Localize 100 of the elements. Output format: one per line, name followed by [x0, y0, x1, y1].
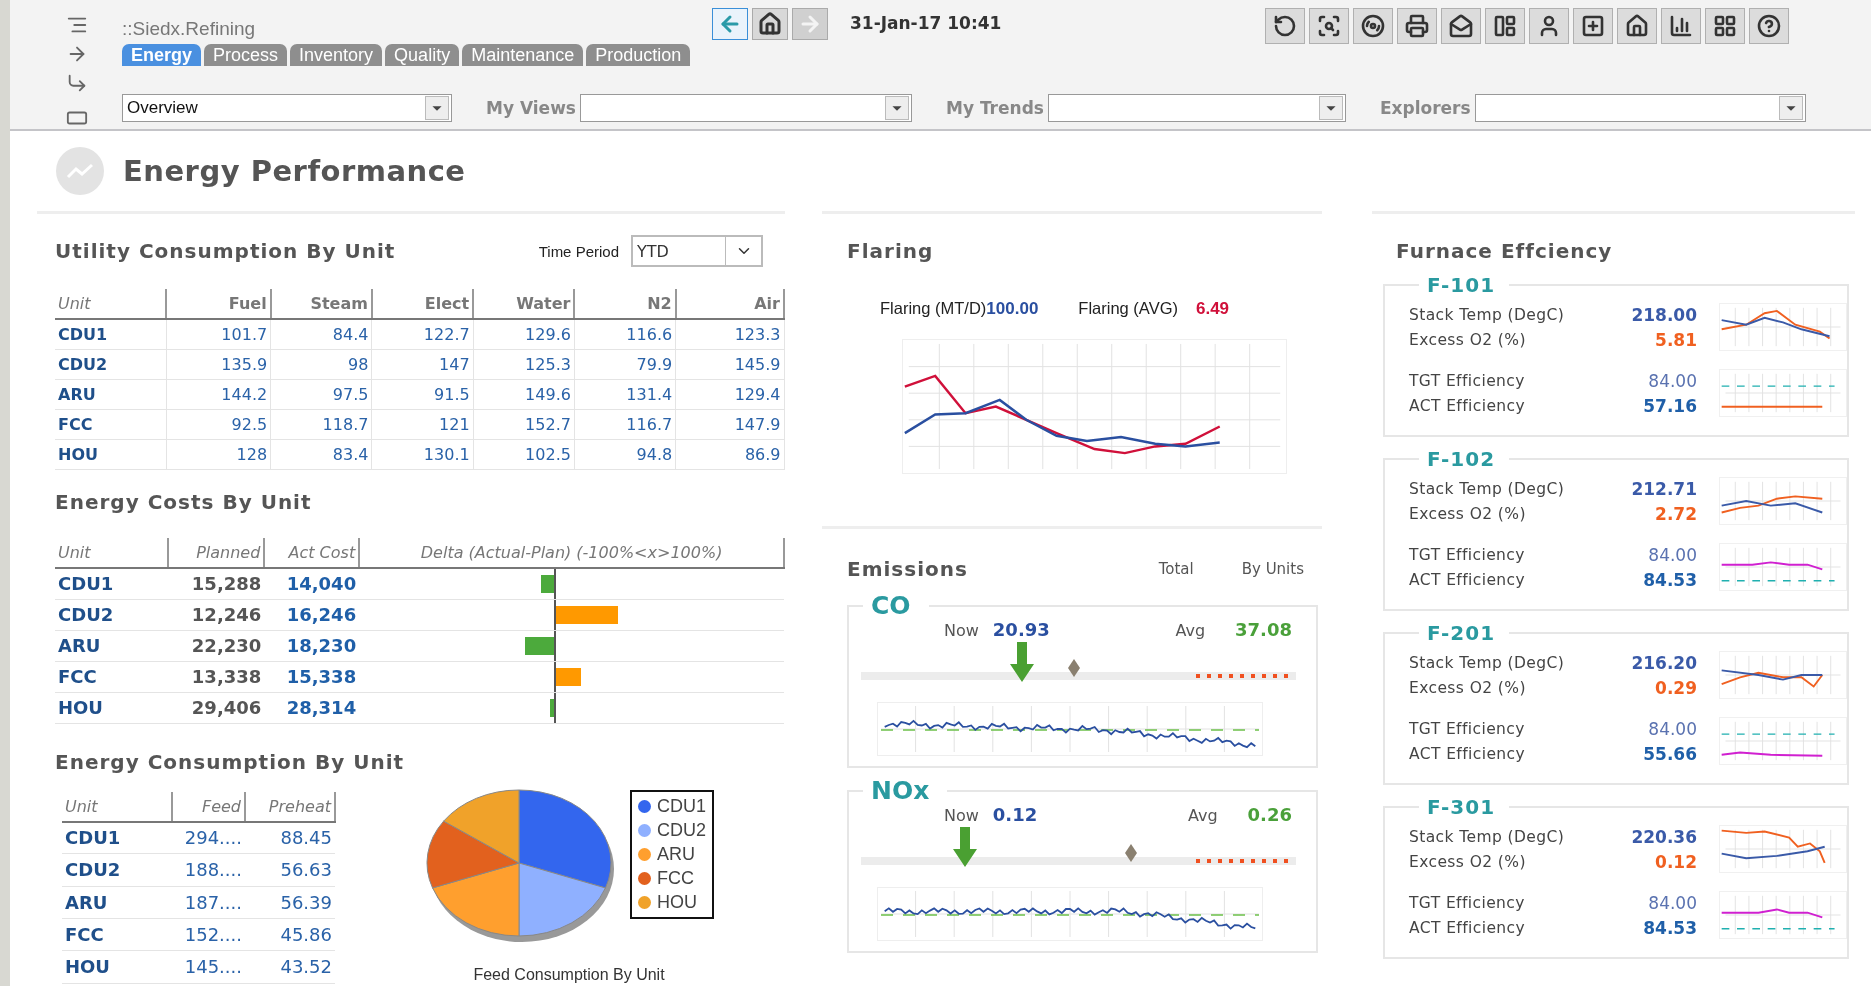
metric-value: 55.66	[1642, 743, 1697, 766]
table-cell: 43.52	[245, 950, 335, 983]
dropdown-field[interactable]	[579, 94, 912, 122]
table-cell: 188....	[172, 853, 245, 887]
home-button[interactable]	[752, 8, 788, 40]
avg-value: 0.26	[1247, 804, 1292, 825]
emission-name: NOx	[870, 778, 931, 804]
table-cell: 144.2	[166, 379, 271, 409]
caret-icon	[884, 96, 909, 120]
selector-label: My Trends	[945, 98, 1044, 118]
section-title: Utility Consumption By Unit	[55, 239, 396, 263]
table-cell: 145....	[172, 950, 245, 983]
metric-label: ACT Efficiency	[1409, 744, 1527, 765]
metric-label: Stack Temp (DegC)	[1409, 653, 1566, 674]
table-cell: CDU2	[62, 853, 172, 887]
table-cell: 123.3	[675, 319, 784, 349]
table-cell: 56.63	[245, 853, 335, 887]
emission-name: CO	[870, 593, 912, 619]
section-title: Flaring	[847, 239, 934, 263]
table-cell: 130.1	[371, 439, 474, 469]
dropdown-field[interactable]: Overview	[122, 94, 452, 122]
section-title: Furnace Effciency	[1396, 239, 1613, 263]
legend-label: ARU	[657, 843, 695, 865]
table-cell: 28,314	[264, 692, 360, 723]
table-cell: 147.9	[675, 409, 784, 439]
reading-value: 6.49	[1196, 299, 1230, 319]
bar-chart-icon	[1669, 14, 1693, 38]
metric-value: 2.72	[1654, 503, 1697, 526]
toolbar-button[interactable]	[1397, 8, 1437, 44]
home-icon	[758, 12, 782, 36]
reading-value: 100.00	[986, 299, 1039, 319]
metric-label: Excess O2 (%)	[1409, 504, 1527, 525]
view-link[interactable]: Total	[1158, 560, 1194, 578]
trend-icon	[55, 146, 105, 196]
table-cell: CDU1	[62, 821, 172, 854]
metric-label: ACT Efficiency	[1409, 918, 1527, 939]
envelope-icon	[1449, 14, 1473, 38]
toolbar-button[interactable]	[1573, 8, 1613, 44]
table-cell: 94.8	[574, 439, 676, 469]
toolbar-button[interactable]	[1441, 8, 1481, 44]
legend-label: HOU	[657, 891, 697, 913]
table-cell: 29,406	[168, 692, 265, 723]
table-cell: ARU	[55, 630, 169, 661]
reading-label: Flaring (MT/D)	[880, 299, 987, 318]
table-cell: FCC	[55, 661, 169, 692]
toolbar-button[interactable]	[1265, 8, 1305, 44]
table-cell: CDU1	[55, 567, 169, 599]
table-cell: 122.7	[371, 319, 474, 349]
tab[interactable]: Inventory	[290, 44, 383, 66]
now-label: Now	[944, 621, 979, 640]
grid-icon	[1713, 14, 1737, 38]
toolbar-button[interactable]	[1529, 8, 1569, 44]
metric-label: TGT Efficiency	[1409, 371, 1526, 392]
furnace-name: F-301	[1426, 795, 1497, 819]
table-cell: 98	[270, 349, 372, 379]
metric-value: 216.20	[1630, 652, 1697, 675]
toolbar-button[interactable]	[1353, 8, 1393, 44]
toolbar-button[interactable]	[1661, 8, 1701, 44]
add-window-icon	[1581, 14, 1605, 38]
section-title: Emissions	[847, 557, 968, 581]
metric-value: 84.00	[1647, 892, 1697, 915]
metric-label: Stack Temp (DegC)	[1409, 305, 1566, 326]
table-cell: 152.7	[473, 409, 575, 439]
column-header: Elect	[371, 289, 474, 319]
legend-label: FCC	[657, 867, 694, 889]
now-value: 20.93	[992, 619, 1050, 640]
table-cell: 56.39	[245, 886, 335, 919]
tab[interactable]: Process	[204, 44, 288, 66]
furnace-name: F-201	[1426, 621, 1497, 645]
toolbar-button[interactable]	[1309, 8, 1349, 44]
toolbar-button[interactable]	[1617, 8, 1657, 44]
table-cell: 12,246	[168, 599, 265, 630]
toolbar-button[interactable]	[1485, 8, 1525, 44]
table-cell: 128	[166, 439, 271, 469]
view-link[interactable]: By Units	[1241, 560, 1304, 578]
tab[interactable]: Maintenance	[462, 44, 584, 66]
table-cell: CDU2	[55, 349, 167, 379]
table-cell: 15,288	[168, 567, 265, 599]
legend-label: CDU1	[657, 795, 706, 817]
period-select[interactable]: YTD	[631, 235, 763, 267]
table-cell: 187....	[172, 886, 245, 919]
table-cell: 45.86	[245, 918, 335, 951]
toolbar-button[interactable]	[1705, 8, 1745, 44]
metric-label: TGT Efficiency	[1409, 719, 1526, 740]
turn-arrow-icon[interactable]	[66, 72, 88, 94]
reading-label: Flaring (AVG)	[1078, 299, 1178, 318]
dropdown-field[interactable]	[1474, 94, 1806, 122]
column-header: Act Cost	[264, 537, 360, 568]
tab[interactable]: Production	[586, 44, 691, 66]
toolbar-button[interactable]	[1749, 8, 1789, 44]
table-cell: 16,246	[264, 599, 360, 630]
table-cell: 129.4	[675, 379, 784, 409]
tab[interactable]: Energy	[122, 44, 202, 66]
tab[interactable]: Quality	[385, 44, 460, 66]
caret-icon	[1778, 96, 1803, 120]
dropdown-field[interactable]	[1047, 94, 1346, 122]
column-header: Fuel	[166, 289, 271, 319]
table-cell: 125.3	[473, 349, 575, 379]
column-header: Delta (Actual-Plan) (-100%<x>100%)	[359, 537, 784, 568]
caret-icon	[1318, 96, 1343, 120]
